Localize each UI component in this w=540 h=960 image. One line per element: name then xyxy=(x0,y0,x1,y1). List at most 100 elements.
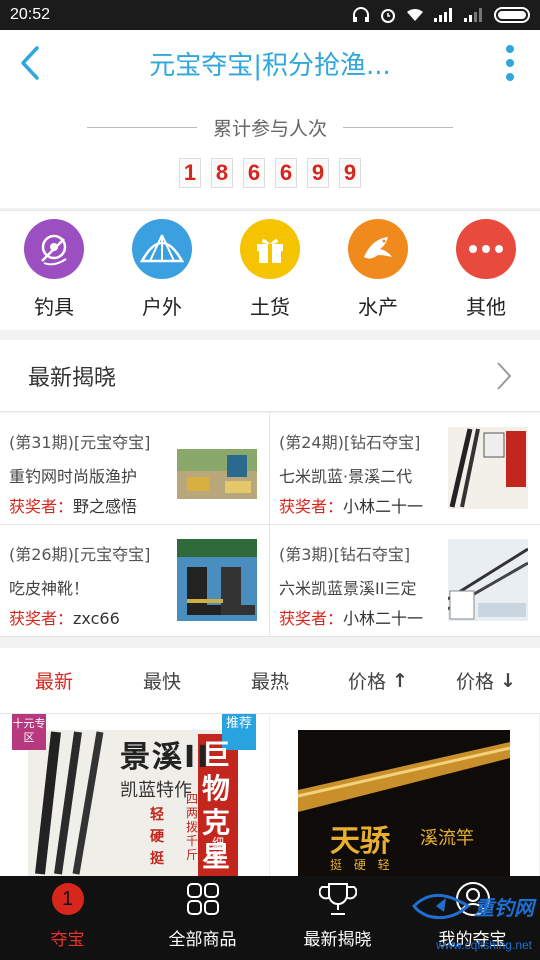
counter-digit: 9 xyxy=(307,158,329,188)
participants-section: 累计参与人次 1 8 6 6 9 9 xyxy=(0,96,540,208)
more-menu-button[interactable] xyxy=(480,30,540,96)
chevron-right-icon xyxy=(497,361,512,390)
arrow-up-icon: ↑ xyxy=(392,669,408,692)
chevron-left-icon xyxy=(21,46,39,80)
status-icons xyxy=(352,7,530,23)
status-time: 20:52 xyxy=(10,6,51,23)
category-local-goods[interactable]: 土货 xyxy=(220,211,320,330)
winner-label: 获奖者： xyxy=(279,497,344,516)
product-subtitle: 溪流竿 xyxy=(420,828,474,849)
category-label: 水产 xyxy=(358,295,398,319)
site-watermark: 重钓网 xyxy=(410,888,534,924)
category-label: 土货 xyxy=(250,295,290,319)
sort-tab-fastest[interactable]: 最快 xyxy=(108,648,216,713)
counter-digit: 6 xyxy=(243,158,265,188)
product-grid: 十元专区 推荐 景溪II 凯蓝特作 巨物克星 四两拨千斤 轻 硬 挺 细线 天骄… xyxy=(0,714,540,876)
app-header: 元宝夺宝|积分抢渔... xyxy=(0,30,540,96)
ten-yuan-zone-badge: 十元专区 xyxy=(12,714,46,750)
signal-icon xyxy=(434,8,452,22)
participants-label: 累计参与人次 xyxy=(212,118,327,140)
grid-icon xyxy=(186,879,220,919)
signal-icon-2 xyxy=(464,8,482,22)
category-fishing-gear[interactable]: 钓具 xyxy=(4,211,104,330)
product-brand: 天骄 xyxy=(330,824,390,859)
product-image xyxy=(297,730,511,876)
category-label: 其他 xyxy=(466,295,506,319)
winner-name: 小林二十一 xyxy=(343,497,424,516)
category-label: 户外 xyxy=(142,295,182,319)
sort-tab-hottest[interactable]: 最热 xyxy=(216,648,324,713)
fishing-gear-icon xyxy=(24,219,84,279)
sort-tab-newest[interactable]: 最新 xyxy=(0,648,108,713)
participants-label-row: 累计参与人次 xyxy=(0,114,540,141)
divider xyxy=(343,127,453,128)
nav-tab-treasure[interactable]: 1 夺宝 xyxy=(0,876,135,960)
product-thumbnail xyxy=(448,427,528,509)
nav-icon: 1 xyxy=(51,879,84,919)
counter-digit: 8 xyxy=(211,158,233,188)
product-line-text: 细线 xyxy=(212,836,225,864)
winner-name: 小林二十一 xyxy=(343,609,424,628)
reveal-card[interactable]: (第24期)[钻石夺宝] 七米凯蓝·景溪二代 获奖者：小林二十一 xyxy=(270,413,540,525)
product-thumbnail xyxy=(448,539,528,621)
nav-tab-all-products[interactable]: 全部商品 xyxy=(135,876,270,960)
category-label: 钓具 xyxy=(34,295,74,319)
category-outdoor[interactable]: 户外 xyxy=(112,211,212,330)
nav-label: 最新揭晓 xyxy=(303,930,372,950)
participants-counter: 1 8 6 6 9 9 xyxy=(0,158,540,188)
watermark-logo-icon xyxy=(412,893,470,920)
sort-tab-price-desc[interactable]: 价格 ↓ xyxy=(432,648,540,713)
corner-badge-text: 十元专区 xyxy=(12,717,46,744)
more-dot xyxy=(506,45,514,53)
sort-tab-label: 价格 xyxy=(348,671,387,693)
product-card[interactable]: 天骄 溪流竿 挺 硬 轻 xyxy=(270,714,540,876)
headset-icon xyxy=(353,7,369,22)
product-thumbnail xyxy=(177,427,257,509)
counter-digit: 9 xyxy=(339,158,361,188)
sort-tab-label: 最快 xyxy=(142,671,181,693)
nav-tab-latest-reveal[interactable]: 最新揭晓 xyxy=(270,876,405,960)
watermark-text: 重钓网 xyxy=(474,895,534,920)
winner-label: 获奖者： xyxy=(9,609,74,628)
trophy-icon xyxy=(318,879,357,919)
product-brand: 景溪II xyxy=(120,740,211,775)
tent-icon xyxy=(132,219,192,279)
alarm-icon xyxy=(381,9,395,23)
reveal-card[interactable]: (第3期)[钻石夺宝] 六米凯蓝景溪II三定 获奖者：小林二十一 xyxy=(270,525,540,637)
winner-name: 野之感悟 xyxy=(73,497,138,516)
divider xyxy=(86,127,197,128)
reveal-card[interactable]: (第26期)[元宝夺宝] 吃皮神靴！ 获奖者：zxc66 xyxy=(0,525,270,637)
wifi-icon xyxy=(407,8,423,21)
fish-icon xyxy=(348,219,408,279)
more-dot xyxy=(506,73,514,81)
back-button[interactable] xyxy=(0,30,60,96)
product-thumbnail xyxy=(177,539,257,621)
category-aquatic[interactable]: 水产 xyxy=(328,211,428,330)
latest-reveal-header[interactable]: 最新揭晓 xyxy=(0,340,540,412)
nav-label: 夺宝 xyxy=(50,930,85,950)
counter-digit: 1 xyxy=(179,158,201,188)
treasure-badge-icon: 1 xyxy=(51,883,84,915)
page-title: 元宝夺宝|积分抢渔... xyxy=(149,50,391,81)
more-dots-icon xyxy=(456,219,516,279)
winner-label: 获奖者： xyxy=(9,497,74,516)
reveal-card[interactable]: (第31期)[元宝夺宝] 重钓网时尚版渔护 获奖者：野之感悟 xyxy=(0,413,270,525)
status-bar: 20:52 xyxy=(0,0,540,30)
latest-reveal-grid: (第31期)[元宝夺宝] 重钓网时尚版渔护 获奖者：野之感悟 (第24期)[钻石… xyxy=(0,413,540,637)
sort-tab-price-asc[interactable]: 价格 ↑ xyxy=(324,648,432,713)
product-card[interactable]: 十元专区 推荐 景溪II 凯蓝特作 巨物克星 四两拨千斤 轻 硬 挺 细线 xyxy=(0,714,270,876)
gift-icon xyxy=(240,219,300,279)
nav-label: 全部商品 xyxy=(168,930,237,950)
product-features: 轻 硬 挺 xyxy=(150,807,164,867)
counter-digit: 6 xyxy=(275,158,297,188)
arrow-down-icon: ↓ xyxy=(500,669,516,692)
category-other[interactable]: 其他 xyxy=(436,211,536,330)
product-side-text: 四两拨千斤 xyxy=(186,792,199,862)
product-features: 挺 硬 轻 xyxy=(330,858,394,872)
watermark-url: www.cqfishing.net xyxy=(435,938,532,952)
sort-tab-label: 价格 xyxy=(456,671,495,693)
winner-label: 获奖者： xyxy=(279,609,344,628)
category-bar: 钓具 户外 土货 水产 其他 xyxy=(0,210,540,330)
winner-name: zxc66 xyxy=(73,609,120,628)
sort-tab-label: 最热 xyxy=(250,671,289,693)
